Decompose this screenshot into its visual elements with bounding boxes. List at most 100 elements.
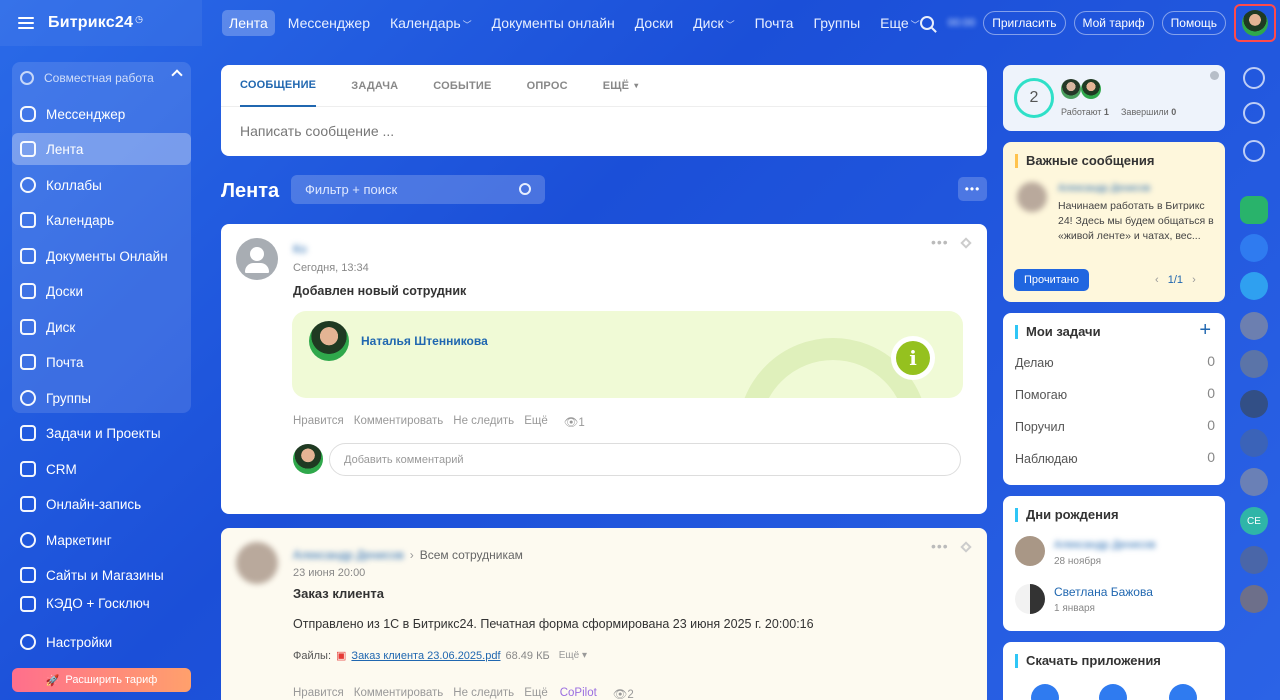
like-button[interactable]: Нравится xyxy=(293,687,344,700)
sidebar-item-sites[interactable]: Сайты и Магазины xyxy=(12,559,191,591)
post-menu-icon[interactable]: ••• xyxy=(931,234,949,250)
search-icon[interactable] xyxy=(519,183,531,195)
copilot-icon[interactable] xyxy=(1243,102,1265,124)
windows-icon[interactable] xyxy=(1099,684,1127,700)
task-row-doing[interactable]: Делаю 0 xyxy=(1015,353,1215,370)
chevron-up-icon[interactable] xyxy=(171,69,183,81)
topnav-calendar[interactable]: Календарь ﹀ xyxy=(383,10,479,36)
work-time-widget[interactable]: 2 Работают 1 Завершили 0 xyxy=(1003,65,1225,131)
tab-event[interactable]: СОБЫТИЕ xyxy=(433,65,491,107)
more-link[interactable]: Ещё xyxy=(524,415,548,429)
avatar[interactable] xyxy=(1240,468,1268,496)
message-text[interactable]: Начинаем работать в Битрикс 24! Здесь мы… xyxy=(1058,199,1218,244)
pin-icon[interactable] xyxy=(960,541,972,553)
bell-icon[interactable] xyxy=(1243,67,1265,89)
task-row-watching[interactable]: Наблюдаю 0 xyxy=(1015,449,1215,466)
sidebar-item-mail[interactable]: Почта xyxy=(12,346,191,378)
topnav-feed[interactable]: Лента xyxy=(222,10,275,36)
logo[interactable]: Битрикс24 xyxy=(48,14,133,32)
sidebar-item-crm[interactable]: CRM xyxy=(12,453,191,485)
tab-more[interactable]: ЕЩЁ ▾ xyxy=(603,65,639,107)
chevron-right-icon[interactable]: › xyxy=(1192,274,1196,286)
views-counter[interactable]: 👁2 xyxy=(613,687,634,700)
comment-input[interactable]: Добавить комментарий xyxy=(329,443,961,476)
menu-icon[interactable] xyxy=(18,17,34,29)
task-row-helping[interactable]: Помогаю 0 xyxy=(1015,385,1215,402)
avatar[interactable] xyxy=(1240,585,1268,613)
filter-search-input[interactable]: Фильтр + поиск xyxy=(291,175,545,204)
tab-poll[interactable]: ОПРОС xyxy=(527,65,568,107)
topnav-disk[interactable]: Диск ﹀ xyxy=(686,10,741,36)
tab-message[interactable]: СООБЩЕНИЕ xyxy=(240,65,317,107)
like-button[interactable]: Нравится xyxy=(293,415,344,429)
avatar[interactable] xyxy=(236,542,278,584)
help-icon[interactable] xyxy=(1210,71,1219,80)
topnav-mail[interactable]: Почта xyxy=(748,10,801,36)
post-time[interactable]: 23 июня 20:00 xyxy=(293,567,365,579)
work-counter[interactable]: 2 xyxy=(1014,78,1054,118)
tab-task[interactable]: ЗАДАЧА xyxy=(351,65,398,107)
sidebar-item-groups[interactable]: Группы xyxy=(12,382,191,414)
avatar[interactable] xyxy=(1240,429,1268,457)
birthday-name[interactable]: Александр Денисов xyxy=(1054,539,1155,551)
sidebar-item-calendar[interactable]: Календарь xyxy=(12,204,191,236)
sidebar-item-disk[interactable]: Диск xyxy=(12,311,191,343)
android-icon[interactable] xyxy=(1169,684,1197,700)
message-input[interactable]: Написать сообщение ... xyxy=(221,107,987,155)
comment-button[interactable]: Комментировать xyxy=(354,415,444,429)
employee-name[interactable]: Наталья Штенникова xyxy=(361,334,488,348)
topnav-boards[interactable]: Доски xyxy=(628,10,680,36)
avatar[interactable] xyxy=(236,238,278,280)
more-link[interactable]: Ещё xyxy=(524,687,548,700)
tariff-button[interactable]: Мой тариф xyxy=(1073,11,1154,35)
comment-button[interactable]: Комментировать xyxy=(354,687,444,700)
clock[interactable]: 00:00 xyxy=(948,17,976,29)
chat-icon[interactable] xyxy=(1240,272,1268,300)
topnav-messenger[interactable]: Мессенджер xyxy=(281,10,377,36)
add-task-icon[interactable]: + xyxy=(1199,319,1211,342)
avatar-initials[interactable]: СЕ xyxy=(1240,507,1268,535)
avatar[interactable] xyxy=(1240,312,1268,340)
topnav-more[interactable]: Еще ﹀ xyxy=(873,10,927,36)
bookmark-icon[interactable] xyxy=(1240,234,1268,262)
post-recipients[interactable]: Всем сотрудникам xyxy=(420,548,523,562)
sidebar-item-booking[interactable]: Онлайн-запись xyxy=(12,488,191,520)
topnav-groups[interactable]: Группы xyxy=(806,10,867,36)
avatar[interactable] xyxy=(1015,584,1045,614)
post-menu-icon[interactable]: ••• xyxy=(931,538,949,554)
post-author[interactable]: Александр Денисов xyxy=(293,548,404,562)
copilot-button[interactable]: CoPilot xyxy=(560,687,597,700)
post-author[interactable]: Ко xyxy=(293,242,307,256)
app-icon[interactable] xyxy=(1240,196,1268,224)
sidebar-item-collabs[interactable]: Коллабы xyxy=(12,169,191,201)
upgrade-button[interactable]: 🚀 Расширить тариф xyxy=(12,668,191,692)
sidebar-item-docs[interactable]: Документы Онлайн xyxy=(12,240,191,272)
user-avatar-button[interactable] xyxy=(1234,4,1276,42)
sidebar-item-settings[interactable]: Настройки xyxy=(12,626,191,658)
topnav-docs[interactable]: Документы онлайн xyxy=(485,10,622,36)
read-button[interactable]: Прочитано xyxy=(1014,269,1089,291)
unfollow-button[interactable]: Не следить xyxy=(453,415,514,429)
task-row-assigned[interactable]: Поручил 0 xyxy=(1015,417,1215,434)
avatar[interactable] xyxy=(1015,536,1045,566)
pin-icon[interactable] xyxy=(960,237,972,249)
sidebar-item-feed[interactable]: Лента xyxy=(12,133,191,165)
sidebar-item-tasks[interactable]: Задачи и Проекты xyxy=(12,417,191,449)
search-icon[interactable] xyxy=(919,16,934,30)
feed-more-button[interactable]: ••• xyxy=(958,177,987,201)
sidebar-item-messenger[interactable]: Мессенджер xyxy=(12,98,191,130)
chat-search-icon[interactable] xyxy=(1243,140,1265,162)
file-link[interactable]: Заказ клиента 23.06.2025.pdf xyxy=(351,650,500,662)
invite-button[interactable]: Пригласить xyxy=(983,11,1066,35)
avatar[interactable] xyxy=(1240,546,1268,574)
apple-icon[interactable] xyxy=(1031,684,1059,700)
sidebar-group-header[interactable]: Совместная работа xyxy=(12,62,191,94)
unfollow-button[interactable]: Не следить xyxy=(453,687,514,700)
avatar[interactable] xyxy=(1240,350,1268,378)
file-more[interactable]: Ещё ▾ xyxy=(559,650,587,661)
sidebar-item-boards[interactable]: Доски xyxy=(12,275,191,307)
sidebar-item-kedo[interactable]: КЭДО + Госключ xyxy=(12,592,191,612)
chevron-left-icon[interactable]: ‹ xyxy=(1155,274,1159,286)
avatar[interactable] xyxy=(1240,390,1268,418)
views-counter[interactable]: 👁1 xyxy=(564,415,585,429)
